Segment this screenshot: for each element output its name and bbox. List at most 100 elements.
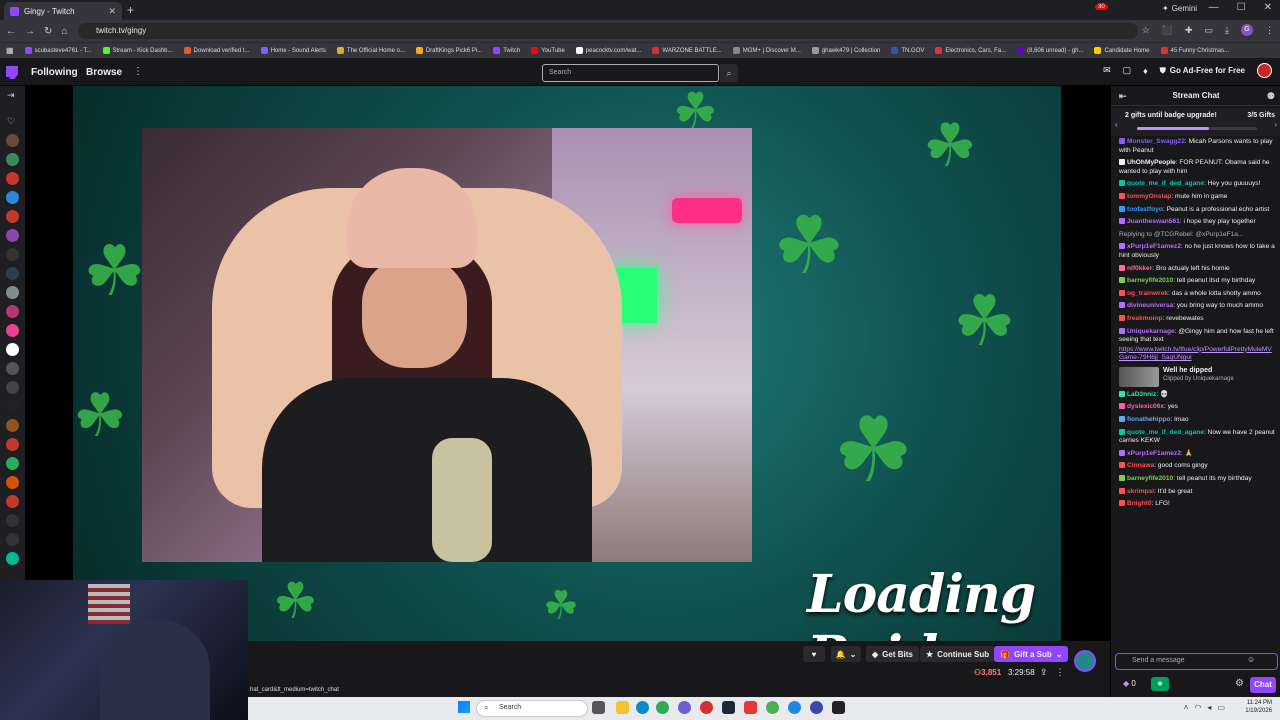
browser-tab-gingy[interactable]: Gingy - Twitch ✕ — [4, 2, 122, 20]
channel-avatar[interactable] — [6, 153, 19, 166]
bookmark-item[interactable]: The Official Home o... — [336, 47, 405, 54]
bookmark-item[interactable]: peacocktv.com/wat... — [575, 47, 641, 54]
bookmark-item[interactable]: MGM+ | Discover M... — [732, 47, 801, 54]
home-icon[interactable]: ⌂ — [61, 26, 67, 37]
new-tab-button[interactable]: + — [127, 3, 134, 17]
chat-badge-icon[interactable] — [1119, 264, 1125, 271]
chat-badge-icon[interactable] — [1119, 416, 1125, 423]
chat-badge-icon[interactable] — [1119, 475, 1125, 482]
chat-settings-icon[interactable]: ⚙ — [1235, 678, 1244, 689]
collapse-chat-icon[interactable]: ⇤ — [1119, 86, 1127, 106]
inbox-icon[interactable]: ✉ — [1103, 65, 1111, 76]
channel-avatar[interactable] — [6, 305, 19, 318]
chat-link[interactable]: https://www.twitch.tv/tfue/clip/Powerful… — [1119, 346, 1275, 363]
channel-avatar[interactable] — [6, 324, 19, 337]
channel-avatar[interactable] — [6, 210, 19, 223]
battery-icon[interactable]: ▭ — [1217, 703, 1225, 712]
download-icon[interactable]: ⤓ — [1225, 25, 1229, 36]
maximize-button[interactable]: ☐ — [1237, 2, 1246, 13]
bookmark-item[interactable]: DraftKings Pick6 Pi... — [415, 47, 482, 54]
channel-points-button[interactable]: ◉ — [1151, 677, 1169, 691]
nav-browse-link[interactable]: Browse — [86, 67, 122, 78]
channel-avatar[interactable] — [6, 191, 19, 204]
steam-icon[interactable] — [722, 701, 735, 714]
channel-avatar[interactable] — [6, 495, 19, 508]
chat-badge-icon[interactable] — [1119, 449, 1125, 456]
chat-username[interactable]: Bnight0 — [1127, 500, 1152, 507]
chat-badge-icon[interactable] — [1119, 428, 1125, 435]
follow-heart-button[interactable]: ♥ — [803, 646, 825, 662]
channel-avatar[interactable] — [6, 514, 19, 527]
gift-sub-button[interactable]: 🎁 Gift a Sub ⌄ — [994, 646, 1069, 662]
chat-username[interactable]: LaD3nniz — [1127, 391, 1156, 398]
chat-username[interactable]: barneyfife2010 — [1127, 475, 1173, 482]
expand-rail-icon[interactable]: ⇥ — [7, 90, 15, 101]
chat-badge-icon[interactable] — [1119, 462, 1125, 469]
whispers-icon[interactable]: ▢ — [1123, 65, 1132, 76]
chat-username[interactable]: quote_me_if_ded_agane — [1127, 180, 1204, 187]
app-icon[interactable] — [810, 701, 823, 714]
bookmark-item[interactable]: ghawk479 | Collection — [811, 47, 880, 54]
bookmark-item[interactable]: Candidate Home — [1094, 47, 1150, 54]
search-input[interactable]: Search — [542, 64, 719, 82]
app-icon[interactable] — [700, 701, 713, 714]
more-options-icon[interactable]: ⋮ — [133, 66, 143, 77]
clock[interactable]: 11:24 PM 1/19/2026 — [1245, 699, 1272, 715]
chat-username[interactable]: skrimpsi — [1127, 488, 1154, 495]
minimize-button[interactable]: — — [1209, 2, 1219, 13]
channel-avatar[interactable] — [6, 267, 19, 280]
emote-picker-icon[interactable]: ☺ — [1247, 655, 1255, 664]
chat-username[interactable]: tommyOnstap — [1127, 193, 1171, 200]
app-icon[interactable] — [788, 701, 801, 714]
channel-avatar[interactable] — [6, 343, 19, 356]
channel-avatar[interactable] — [6, 229, 19, 242]
taskbar-search[interactable]: Search — [476, 700, 588, 717]
chat-badge-icon[interactable] — [1119, 205, 1125, 212]
clip-card[interactable]: Well he dipped Clipped by Uniquekarnage — [1119, 366, 1275, 387]
chat-badge-icon[interactable] — [1119, 500, 1125, 507]
chat-username[interactable]: quote_me_if_ded_agane — [1127, 429, 1204, 436]
bookmark-item[interactable]: YouTube — [531, 47, 565, 54]
bits-balance[interactable]: ◆ 0 — [1123, 679, 1136, 688]
share-icon[interactable]: ⇪ — [1040, 667, 1048, 678]
chat-username[interactable]: freakmoinp — [1127, 315, 1163, 322]
chevron-up-icon[interactable]: ˄ — [1184, 703, 1189, 712]
channel-avatar[interactable] — [6, 362, 19, 375]
chat-badge-icon[interactable] — [1119, 159, 1125, 166]
channel-avatar[interactable] — [6, 400, 19, 413]
chat-badge-icon[interactable] — [1119, 487, 1125, 494]
chat-badge-icon[interactable] — [1119, 138, 1125, 144]
close-tab-icon[interactable]: ✕ — [108, 6, 116, 17]
reload-icon[interactable]: ↻ — [44, 26, 52, 37]
chat-username[interactable]: nlf0kker — [1127, 265, 1152, 272]
video-player[interactable]: ☘ ☘ ☘ ☘ ☘ ☘ ☘ ☘ ☘ Loading Raid. — [25, 86, 1110, 641]
chat-username[interactable]: UhOhMyPeople — [1127, 159, 1176, 166]
edge-icon[interactable] — [636, 701, 649, 714]
chat-username[interactable]: xPurp1eF1amez2 — [1127, 243, 1181, 250]
channel-avatar[interactable] — [6, 134, 19, 147]
chevron-left-icon[interactable]: ‹ — [1115, 120, 1118, 129]
puzzle-icon[interactable]: ✚ — [1185, 25, 1193, 36]
chat-username[interactable]: Cinnawa — [1127, 462, 1154, 469]
app-icon[interactable] — [678, 701, 691, 714]
crown-icon[interactable]: ♦ — [1143, 66, 1148, 76]
channel-avatar[interactable] — [6, 286, 19, 299]
continue-sub-button[interactable]: ★ Continue Sub — [920, 646, 996, 662]
chat-badge-icon[interactable] — [1119, 403, 1125, 410]
chat-send-button[interactable]: Chat — [1250, 677, 1276, 693]
channel-avatar[interactable] — [6, 457, 19, 470]
channel-avatar[interactable] — [6, 476, 19, 489]
more-options-icon[interactable]: ⋮ — [1056, 667, 1065, 678]
gemini-button[interactable]: ✦ Gemini — [1162, 4, 1197, 13]
chat-badge-icon[interactable] — [1119, 243, 1125, 250]
chat-username[interactable]: Juantheswan561 — [1127, 218, 1180, 225]
chat-badge-icon[interactable] — [1119, 192, 1125, 199]
chat-username[interactable]: dyslexic06x — [1127, 403, 1164, 410]
ad-free-button[interactable]: ⛊ Go Ad-Free for Free — [1159, 65, 1245, 76]
user-avatar[interactable] — [1257, 63, 1272, 78]
streamer-avatar[interactable] — [1074, 650, 1096, 672]
bookmark-item[interactable]: Home - Sound Alerts — [260, 47, 326, 54]
bookmark-item[interactable]: WARZONE BATTLE... — [652, 47, 722, 54]
chrome-icon[interactable] — [656, 701, 669, 714]
obs-icon[interactable] — [832, 701, 845, 714]
